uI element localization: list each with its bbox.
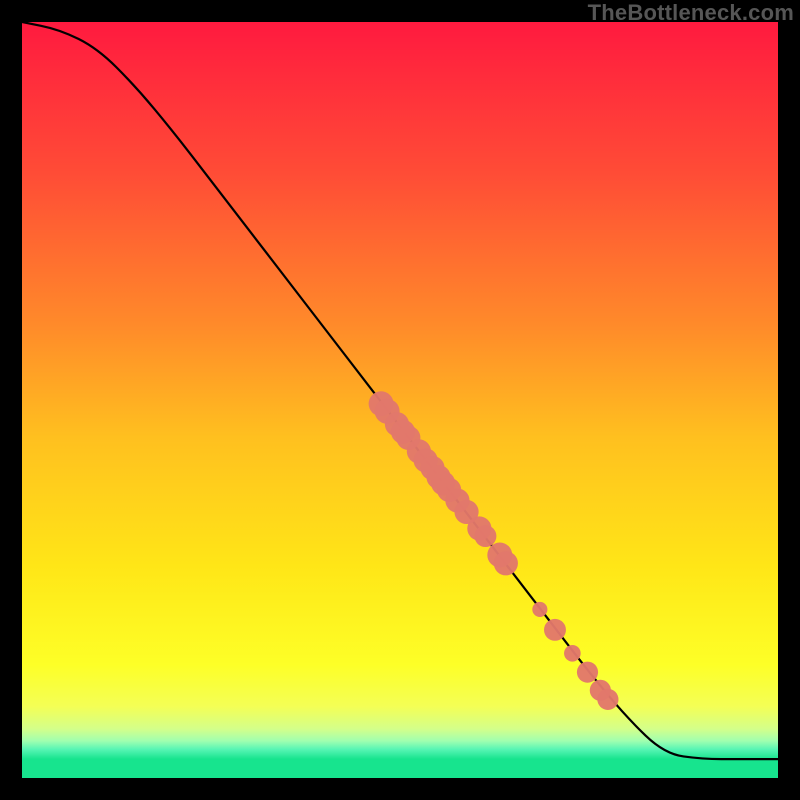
scatter-point [494, 551, 518, 575]
scatter-point [564, 645, 581, 662]
chart-background [22, 22, 778, 778]
scatter-point [474, 525, 496, 547]
scatter-point [577, 662, 598, 683]
scatter-point [597, 689, 618, 710]
bottleneck-chart [22, 22, 778, 778]
scatter-point [544, 619, 566, 641]
scatter-point [532, 602, 547, 617]
chart-stage: TheBottleneck.com [0, 0, 800, 800]
